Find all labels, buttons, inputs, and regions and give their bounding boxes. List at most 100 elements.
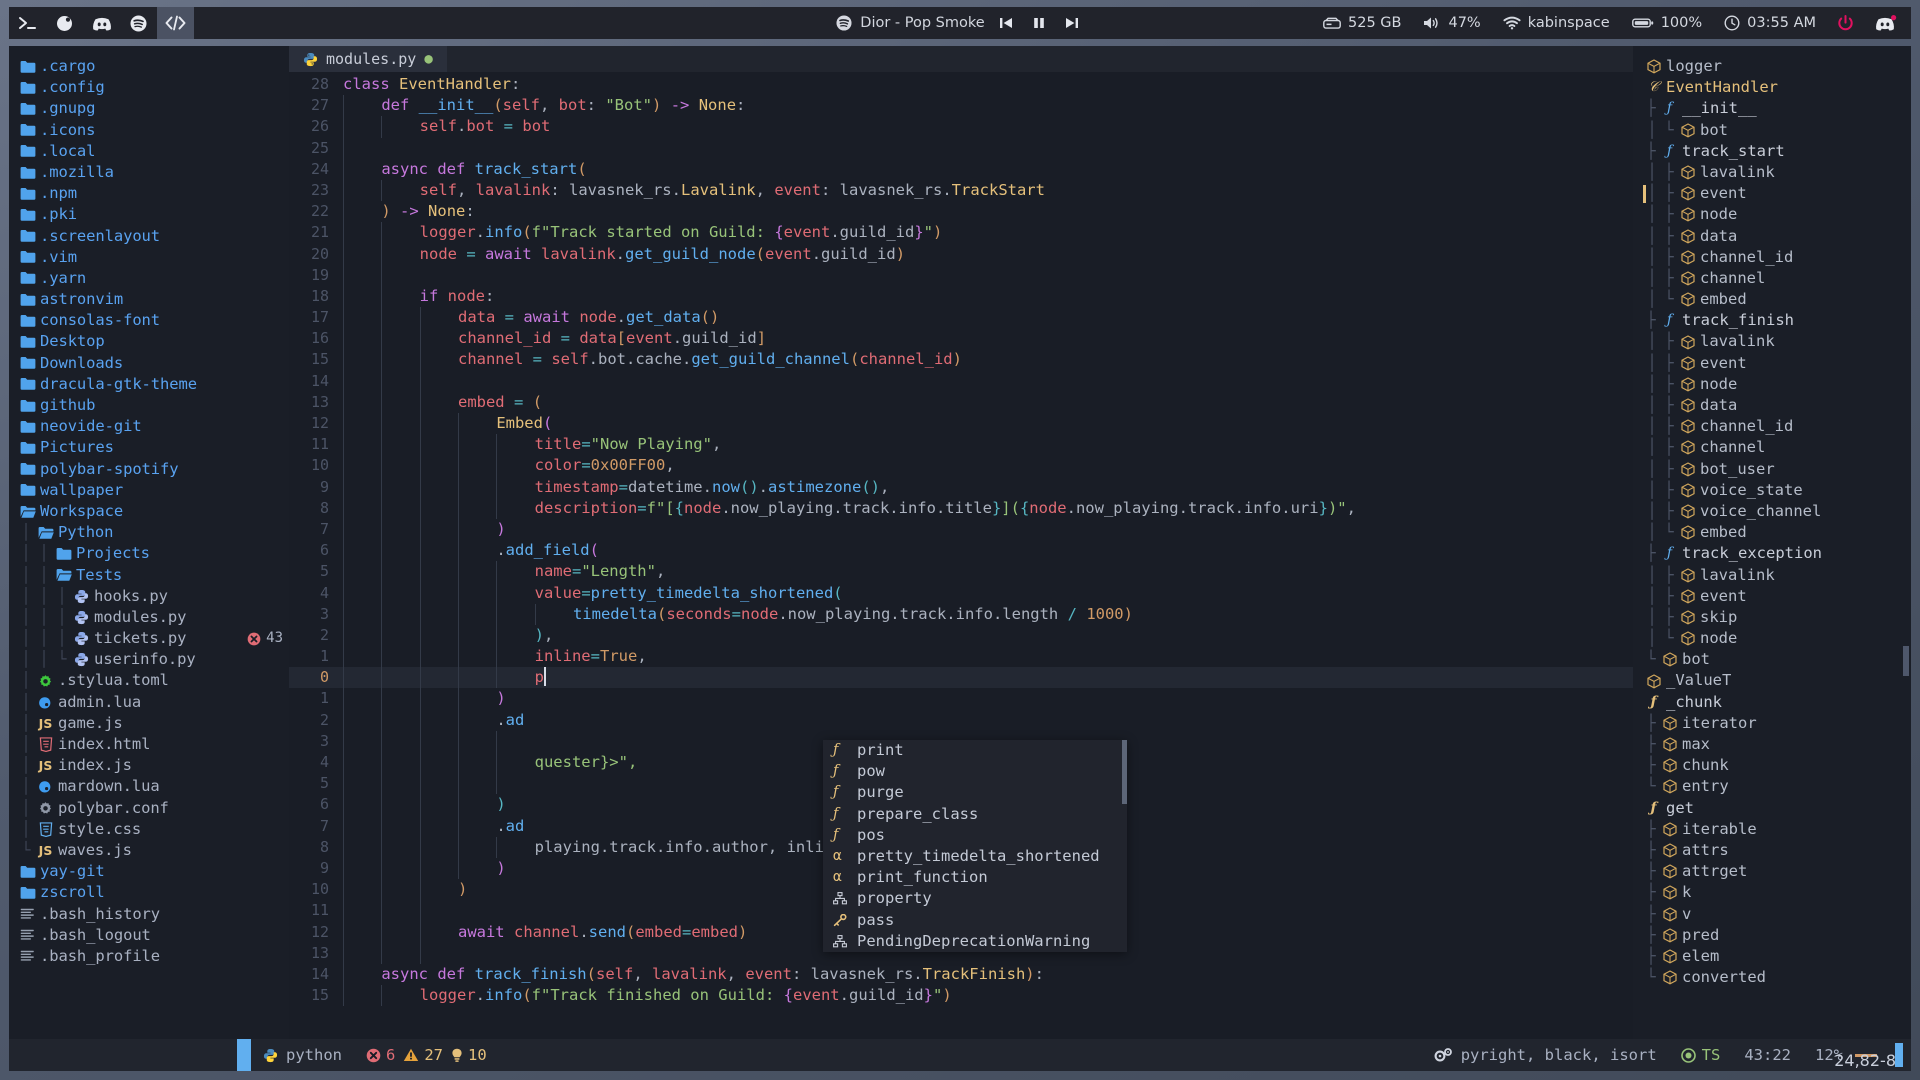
battery-module[interactable]: 100%	[1621, 15, 1713, 31]
outline-item[interactable]: ├v	[1633, 904, 1911, 925]
autocomplete-item[interactable]: ƒpow	[823, 761, 1127, 782]
outline-item[interactable]: │├lavalink	[1633, 331, 1911, 352]
volume-module[interactable]: 47%	[1412, 15, 1491, 31]
code-line[interactable]: 3 timedelta(seconds=node.now_playing.tra…	[289, 604, 1633, 625]
file-tree-folder[interactable]: github	[9, 395, 289, 416]
code-line[interactable]: 28class EventHandler:	[289, 74, 1633, 95]
file-tree-folder[interactable]: .config	[9, 77, 289, 98]
code-line[interactable]: 8 description=f"[{node.now_playing.track…	[289, 498, 1633, 519]
code-line[interactable]: 19	[289, 265, 1633, 286]
file-explorer-panel[interactable]: .cargo.config.gnupg.icons.local.mozilla.…	[9, 46, 289, 1039]
file-tree-folder[interactable]: Desktop	[9, 331, 289, 352]
code-line[interactable]: 15 logger.info(f"Track finished on Guild…	[289, 985, 1633, 1006]
code-line[interactable]: 2 ),	[289, 625, 1633, 646]
popup-scrollbar[interactable]	[1122, 740, 1127, 804]
file-tree-folder[interactable]: .mozilla	[9, 162, 289, 183]
power-button[interactable]	[1827, 15, 1864, 32]
file-tree-folder[interactable]: .yarn	[9, 268, 289, 289]
outline-item[interactable]: │└embed	[1633, 289, 1911, 310]
network-module[interactable]: kabinspace	[1492, 15, 1621, 31]
autocomplete-popup[interactable]: ƒprintƒpowƒpurgeƒprepare_classƒposαprett…	[823, 740, 1127, 952]
outline-item[interactable]: │├channel	[1633, 268, 1911, 289]
code-line[interactable]: 22 ) -> None:	[289, 201, 1633, 222]
outline-item[interactable]: _ValueT	[1633, 670, 1911, 691]
outline-item[interactable]: │└node	[1633, 628, 1911, 649]
file-tree-folder[interactable]: zscroll	[9, 882, 289, 903]
autocomplete-item[interactable]: ƒprint	[823, 740, 1127, 761]
code-line[interactable]: 25	[289, 138, 1633, 159]
tab-modules-py[interactable]: modules.py ●	[289, 46, 447, 72]
file-tree-file[interactable]: .bash_profile	[9, 946, 289, 967]
spotify-launcher[interactable]	[120, 7, 157, 39]
code-line[interactable]: 14 async def track_finish(self, lavalink…	[289, 964, 1633, 985]
code-line[interactable]: 7 )	[289, 519, 1633, 540]
outline-item[interactable]: │└embed	[1633, 522, 1911, 543]
firefox-launcher[interactable]	[46, 7, 83, 39]
discord-tray-icon[interactable]	[1864, 15, 1899, 32]
outline-item[interactable]: │├bot_user	[1633, 459, 1911, 480]
media-pause-button[interactable]	[1027, 16, 1051, 30]
outline-item[interactable]: ├pred	[1633, 925, 1911, 946]
code-line[interactable]: 4 value=pretty_timedelta_shortened(	[289, 583, 1633, 604]
outline-item[interactable]: ├max	[1633, 734, 1911, 755]
file-tree-folder[interactable]: ││Projects	[9, 543, 289, 564]
media-next-button[interactable]	[1060, 16, 1084, 30]
code-line[interactable]: 21 logger.info(f"Track started on Guild:…	[289, 222, 1633, 243]
outline-item[interactable]: │├node	[1633, 204, 1911, 225]
code-editor-panel[interactable]: modules.py ● 28class EventHandler:27 def…	[289, 46, 1633, 1039]
file-tree-file[interactable]: │style.css	[9, 819, 289, 840]
outline-item[interactable]: │├channel	[1633, 437, 1911, 458]
outline-item[interactable]: ├iterable	[1633, 819, 1911, 840]
outline-item[interactable]: │├channel_id	[1633, 247, 1911, 268]
file-tree-folder[interactable]: wallpaper	[9, 480, 289, 501]
outline-item[interactable]: │└bot	[1633, 120, 1911, 141]
file-tree-file[interactable]: └JSwaves.js	[9, 840, 289, 861]
outline-item[interactable]: 𝒞EventHandler	[1633, 77, 1911, 98]
file-tree-file[interactable]: .bash_logout	[9, 925, 289, 946]
file-tree-folder[interactable]: .local	[9, 141, 289, 162]
code-launcher[interactable]	[157, 7, 194, 39]
code-line[interactable]: 10 color=0x00FF00,	[289, 455, 1633, 476]
code-line[interactable]: 1 inline=True,	[289, 646, 1633, 667]
file-tree-file[interactable]: │JSindex.js	[9, 755, 289, 776]
code-line[interactable]: 12 Embed(	[289, 413, 1633, 434]
code-line[interactable]: 6 .add_field(	[289, 540, 1633, 561]
outline-item[interactable]: ├ƒtrack_exception	[1633, 543, 1911, 564]
terminal-launcher[interactable]	[9, 7, 46, 39]
file-tree-file[interactable]: │mardown.lua	[9, 776, 289, 797]
outline-item[interactable]: │├lavalink	[1633, 162, 1911, 183]
code-line[interactable]: 18 if node:	[289, 286, 1633, 307]
file-tree-folder[interactable]: Workspace	[9, 501, 289, 522]
file-tree-folder[interactable]: .gnupg	[9, 98, 289, 119]
code-line[interactable]: 17 data = await node.get_data()	[289, 307, 1633, 328]
code-line[interactable]: 16 channel_id = data[event.guild_id]	[289, 328, 1633, 349]
outline-item[interactable]: │├skip	[1633, 607, 1911, 628]
file-tree-file[interactable]: │admin.lua	[9, 692, 289, 713]
outline-item[interactable]: │├event	[1633, 353, 1911, 374]
outline-item[interactable]: ├ƒtrack_start	[1633, 141, 1911, 162]
outline-item[interactable]: └entry	[1633, 776, 1911, 797]
code-line[interactable]: 0 p	[289, 667, 1633, 688]
file-tree-folder[interactable]: .pki	[9, 204, 289, 225]
outline-item[interactable]: ├iterator	[1633, 713, 1911, 734]
outline-item[interactable]: │├lavalink	[1633, 565, 1911, 586]
autocomplete-item[interactable]: ƒpos	[823, 825, 1127, 846]
disk-module[interactable]: 525 GB	[1312, 15, 1412, 31]
file-tree-folder[interactable]: │Python	[9, 522, 289, 543]
code-line[interactable]: 24 async def track_start(	[289, 159, 1633, 180]
file-tree-file[interactable]: │index.html	[9, 734, 289, 755]
code-line[interactable]: 9 timestamp=datetime.now().astimezone(),	[289, 477, 1633, 498]
file-tree-folder[interactable]: consolas-font	[9, 310, 289, 331]
outline-item[interactable]: logger	[1633, 56, 1911, 77]
outline-item[interactable]: ├ƒtrack_finish	[1633, 310, 1911, 331]
file-tree-folder[interactable]: dracula-gtk-theme	[9, 374, 289, 395]
file-tree-folder[interactable]: polybar-spotify	[9, 459, 289, 480]
file-tree-folder[interactable]: .cargo	[9, 56, 289, 77]
code-line[interactable]: 15 channel = self.bot.cache.get_guild_ch…	[289, 349, 1633, 370]
autocomplete-item[interactable]: αpretty_timedelta_shortened	[823, 846, 1127, 867]
file-tree-folder[interactable]: Pictures	[9, 437, 289, 458]
code-line[interactable]: 5 name="Length",	[289, 561, 1633, 582]
autocomplete-item[interactable]: PendingDeprecationWarning	[823, 931, 1127, 952]
file-tree-file[interactable]: │││hooks.py	[9, 586, 289, 607]
outline-item[interactable]: │├voice_state	[1633, 480, 1911, 501]
